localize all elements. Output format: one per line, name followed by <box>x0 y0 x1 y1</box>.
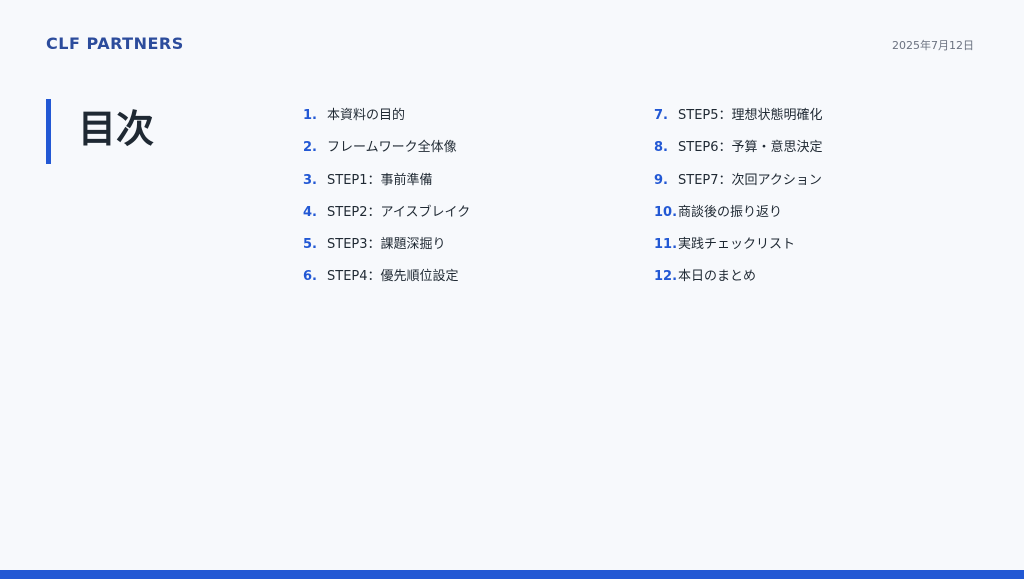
toc-item-label: STEP4：優先順位設定 <box>327 269 459 285</box>
toc-item-label: STEP7：次回アクション <box>678 172 822 188</box>
toc-item-number: 6. <box>303 269 317 285</box>
slide-date: 2025年7月12日 <box>892 39 974 52</box>
toc-item-label: STEP2：アイスブレイク <box>327 204 471 220</box>
toc-item: 10. 商談後の振り返り <box>654 203 823 235</box>
toc-item-number: 11. <box>654 237 678 253</box>
toc-item-label: STEP5：理想状態明確化 <box>678 108 823 123</box>
toc-item-number: 10. <box>654 204 678 220</box>
title-accent-bar <box>46 99 51 164</box>
toc-item-label: STEP1：事前準備 <box>327 172 433 188</box>
toc-column-left: 1. 本資料の目的 2. フレームワーク全体像 3. STEP1：事前準備 4.… <box>303 106 470 300</box>
toc-item-number: 12. <box>654 269 678 285</box>
bottom-accent-bar <box>0 570 1024 579</box>
page-title: 目次 <box>78 107 155 151</box>
toc-item-number: 5. <box>303 237 317 253</box>
toc-item-label: 実践チェックリスト <box>678 237 796 253</box>
toc-item: 7. STEP5：理想状態明確化 <box>654 106 823 138</box>
toc-item: 1. 本資料の目的 <box>303 106 470 138</box>
toc-item-number: 4. <box>303 204 317 220</box>
toc-item-number: 7. <box>654 108 668 123</box>
toc-item: 3. STEP1：事前準備 <box>303 171 470 203</box>
toc-item-label: 本資料の目的 <box>327 108 406 123</box>
toc-item-label: フレームワーク全体像 <box>327 140 457 156</box>
toc-item-label: STEP6：予算・意思決定 <box>678 140 823 156</box>
toc-item: 12. 本日のまとめ <box>654 267 823 299</box>
toc-item: 2. フレームワーク全体像 <box>303 138 470 170</box>
toc-item: 4. STEP2：アイスブレイク <box>303 203 470 235</box>
toc-item-label: STEP3：課題深掘り <box>327 237 446 253</box>
toc-item-number: 8. <box>654 140 668 156</box>
toc-item-number: 1. <box>303 108 317 123</box>
toc-item-number: 2. <box>303 140 317 156</box>
toc-item: 9. STEP7：次回アクション <box>654 171 823 203</box>
brand-logo-text: CLF PARTNERS <box>46 34 184 53</box>
toc-column-right: 7. STEP5：理想状態明確化 8. STEP6：予算・意思決定 9. STE… <box>654 106 823 300</box>
toc-item: 5. STEP3：課題深掘り <box>303 235 470 267</box>
toc-item: 8. STEP6：予算・意思決定 <box>654 138 823 170</box>
toc-item: 11. 実践チェックリスト <box>654 235 823 267</box>
toc-item-label: 本日のまとめ <box>678 269 757 285</box>
toc-item-number: 3. <box>303 172 317 188</box>
toc-item-number: 9. <box>654 172 668 188</box>
toc-item: 6. STEP4：優先順位設定 <box>303 267 470 299</box>
title-block: 目次 <box>46 99 154 164</box>
toc-item-label: 商談後の振り返り <box>678 204 783 220</box>
